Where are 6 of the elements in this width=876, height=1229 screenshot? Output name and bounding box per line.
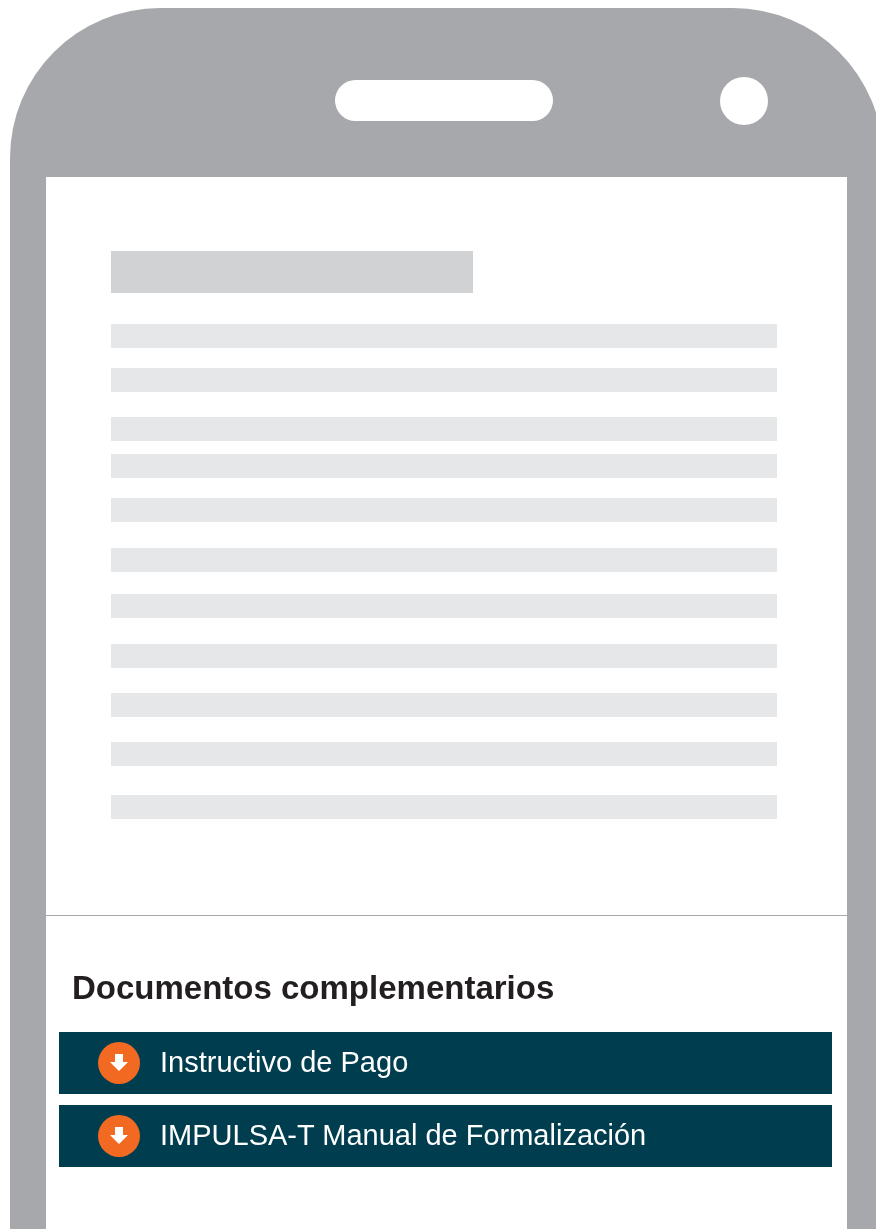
- phone-camera: [720, 77, 768, 125]
- download-icon: [98, 1042, 140, 1084]
- document-download-button[interactable]: Instructivo de Pago: [59, 1032, 832, 1094]
- section-heading: Documentos complementarios: [72, 968, 555, 1008]
- document-download-button[interactable]: IMPULSA-T Manual de Formalización: [59, 1105, 832, 1167]
- download-icon: [98, 1115, 140, 1157]
